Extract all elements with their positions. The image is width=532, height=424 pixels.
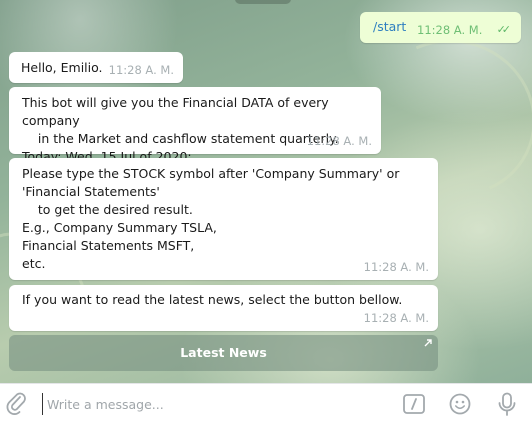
- double-check-icon: ✓✓: [496, 23, 512, 36]
- message-text: This bot will give you the Financial DAT…: [22, 95, 339, 164]
- message-text: If you want to read the latest news, sel…: [22, 292, 403, 307]
- latest-news-label: Latest News: [180, 345, 267, 360]
- latest-news-button[interactable]: Latest News: [9, 335, 438, 371]
- message-time: 11:28 A. M.: [108, 63, 174, 77]
- message-time: 11:28 A. M.: [363, 260, 429, 274]
- outgoing-message[interactable]: /start 11:28 A. M. ✓✓: [360, 12, 521, 43]
- chat-history: /start 11:28 A. M. ✓✓ Hello, Emilio. 11:…: [0, 0, 532, 383]
- message-composer: [0, 383, 532, 424]
- message-time: 11:28 A. M.: [363, 311, 429, 325]
- incoming-message[interactable]: If you want to read the latest news, sel…: [9, 285, 438, 331]
- message-time: 11:28 A. M.: [306, 134, 372, 148]
- paperclip-icon[interactable]: [6, 392, 28, 419]
- message-text: Please type the STOCK symbol after 'Comp…: [22, 166, 400, 271]
- external-link-arrow-icon: [423, 338, 433, 348]
- incoming-message[interactable]: This bot will give you the Financial DAT…: [9, 87, 381, 164]
- microphone-icon[interactable]: [497, 392, 517, 421]
- bot-command-icon[interactable]: [403, 394, 425, 417]
- start-command[interactable]: /start: [373, 19, 406, 34]
- incoming-message[interactable]: Please type the STOCK symbol after 'Comp…: [9, 158, 438, 280]
- message-input[interactable]: [42, 393, 387, 415]
- scroll-date-pill: [235, 0, 291, 4]
- message-time: 11:28 A. M.: [417, 23, 483, 37]
- emoji-icon[interactable]: [449, 393, 471, 418]
- incoming-message[interactable]: Hello, Emilio. 11:28 A. M.: [9, 52, 183, 83]
